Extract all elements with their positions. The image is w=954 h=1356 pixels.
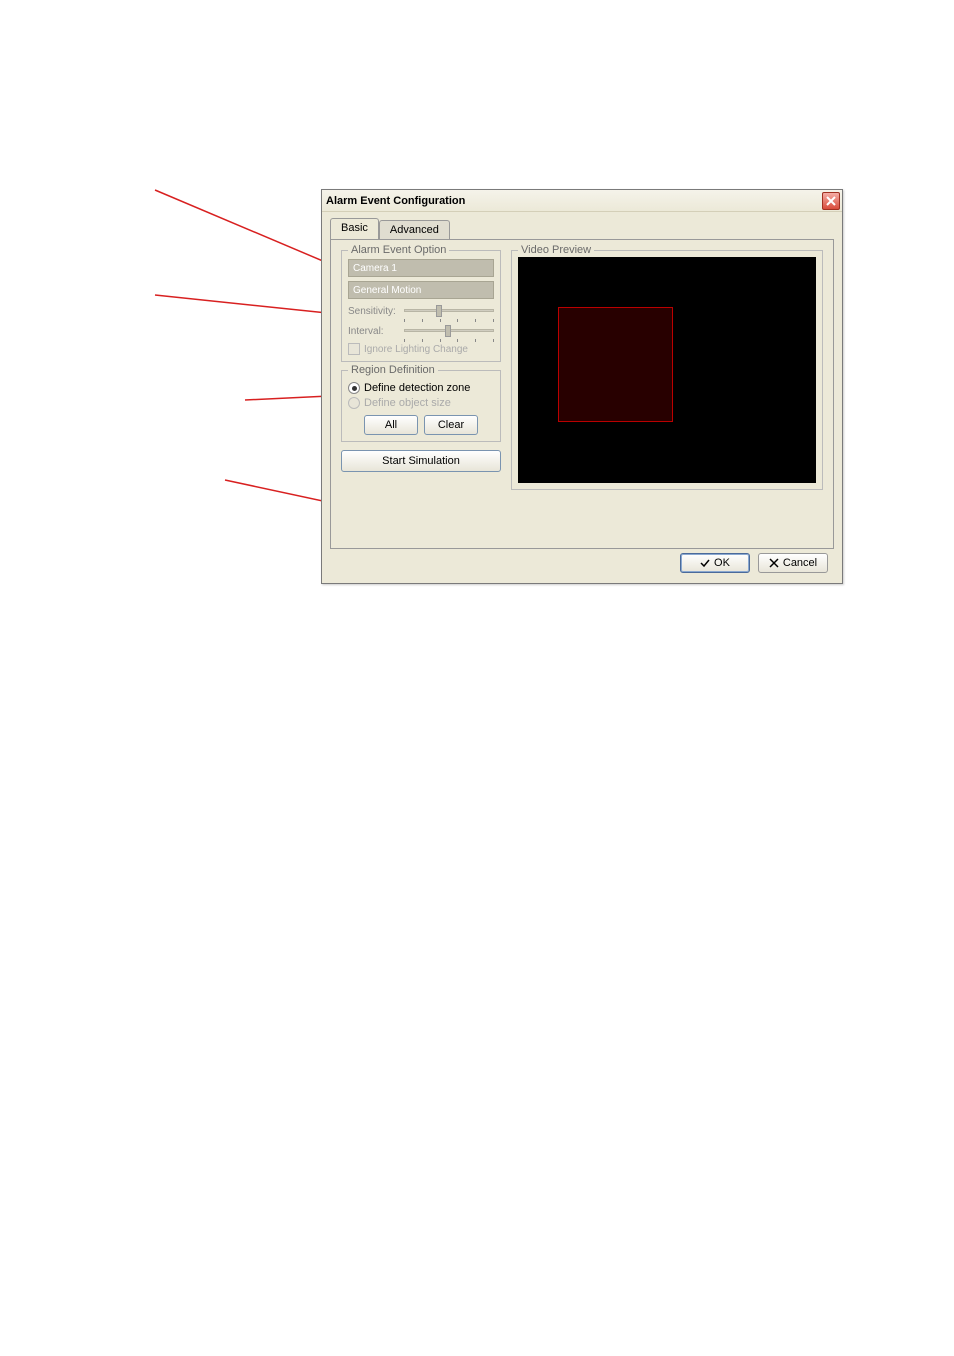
- mode-value: General Motion: [353, 285, 421, 296]
- tab-basic[interactable]: Basic: [330, 218, 379, 239]
- footer-buttons: OK Cancel: [680, 553, 828, 573]
- sensitivity-row: Sensitivity:: [348, 303, 494, 319]
- define-zone-radio[interactable]: [348, 382, 360, 394]
- all-button[interactable]: All: [364, 415, 418, 435]
- alarm-config-dialog: Alarm Event Configuration Basic Advanced…: [321, 189, 843, 584]
- close-icon: [826, 196, 836, 206]
- define-size-row: Define object size: [348, 397, 494, 409]
- define-size-radio: [348, 397, 360, 409]
- left-column: Alarm Event Option Camera 1 General Moti…: [341, 250, 501, 538]
- define-zone-label: Define detection zone: [364, 382, 470, 394]
- start-simulation-button[interactable]: Start Simulation: [341, 450, 501, 472]
- ignore-lighting-label: Ignore Lighting Change: [364, 344, 468, 355]
- x-icon: [769, 558, 779, 568]
- close-button[interactable]: [822, 192, 840, 210]
- ignore-lighting-row: Ignore Lighting Change: [348, 343, 494, 355]
- cancel-button[interactable]: Cancel: [758, 553, 828, 573]
- window-title: Alarm Event Configuration: [326, 195, 465, 207]
- video-preview-legend: Video Preview: [518, 244, 594, 256]
- sensitivity-slider[interactable]: [404, 303, 494, 319]
- camera-value: Camera 1: [353, 263, 397, 274]
- alarm-event-legend: Alarm Event Option: [348, 244, 449, 256]
- video-preview-group: Video Preview: [511, 250, 823, 490]
- titlebar: Alarm Event Configuration: [322, 190, 842, 212]
- region-legend: Region Definition: [348, 364, 438, 376]
- region-definition-group: Region Definition Define detection zone …: [341, 370, 501, 442]
- interval-slider[interactable]: [404, 323, 494, 339]
- right-column: Video Preview: [511, 250, 823, 538]
- tab-content: Alarm Event Option Camera 1 General Moti…: [330, 239, 834, 549]
- interval-row: Interval:: [348, 323, 494, 339]
- interval-label: Interval:: [348, 326, 400, 337]
- region-buttons: All Clear: [348, 415, 494, 435]
- ignore-lighting-checkbox[interactable]: [348, 343, 360, 355]
- define-size-label: Define object size: [364, 397, 451, 409]
- sensitivity-label: Sensitivity:: [348, 306, 400, 317]
- tab-advanced[interactable]: Advanced: [379, 220, 450, 239]
- define-zone-row[interactable]: Define detection zone: [348, 382, 494, 394]
- ok-button[interactable]: OK: [680, 553, 750, 573]
- check-icon: [700, 558, 710, 568]
- detection-zone-overlay[interactable]: [558, 307, 673, 422]
- video-area[interactable]: [518, 257, 816, 483]
- tab-bar: Basic Advanced: [322, 212, 842, 239]
- alarm-event-option-group: Alarm Event Option Camera 1 General Moti…: [341, 250, 501, 362]
- camera-select[interactable]: Camera 1: [348, 259, 494, 277]
- ok-label: OK: [714, 557, 730, 569]
- cancel-label: Cancel: [783, 557, 817, 569]
- mode-select[interactable]: General Motion: [348, 281, 494, 299]
- clear-button[interactable]: Clear: [424, 415, 478, 435]
